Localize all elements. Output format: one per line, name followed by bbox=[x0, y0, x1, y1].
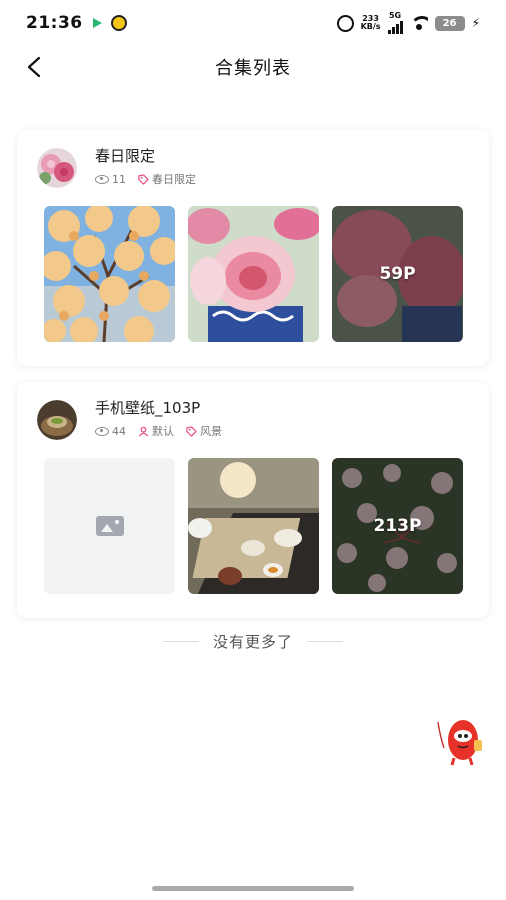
divider-line bbox=[162, 640, 199, 642]
thumbnail-placeholder[interactable] bbox=[44, 458, 175, 594]
tag-icon bbox=[138, 173, 149, 185]
collection-title: 手机壁纸_103P bbox=[95, 399, 201, 417]
eye-icon bbox=[95, 174, 109, 184]
collection-meta: 11 春日限定 bbox=[95, 171, 196, 187]
no-more-text: 没有更多了 bbox=[212, 632, 293, 651]
view-count: 11 bbox=[95, 173, 126, 186]
cell-signal: 5G bbox=[387, 11, 403, 34]
thumbnail-image[interactable]: 59P bbox=[332, 206, 463, 342]
battery-icon: 26 bbox=[434, 15, 465, 31]
system-icons: 233 KB/s 5G 26 ⚡ bbox=[336, 11, 480, 34]
tag-label: 春日限定 bbox=[152, 173, 196, 186]
collection-tag[interactable]: 风景 bbox=[186, 423, 222, 439]
collection-title: 春日限定 bbox=[95, 147, 156, 165]
collection-author[interactable]: 默认 bbox=[138, 423, 174, 439]
red-mascot-icon[interactable] bbox=[434, 712, 484, 768]
tea-set-image bbox=[188, 458, 319, 594]
end-of-list: 没有更多了 bbox=[0, 628, 506, 654]
avatar bbox=[37, 148, 77, 188]
play-notification-icon bbox=[91, 16, 105, 30]
status-time: 21:36 bbox=[26, 13, 83, 33]
wifi-icon bbox=[409, 16, 428, 30]
eye-icon bbox=[95, 426, 109, 436]
peony-vase-image bbox=[188, 206, 319, 342]
thumbnail-image[interactable] bbox=[188, 206, 319, 342]
notification-icons bbox=[91, 15, 127, 31]
tag-label: 风景 bbox=[200, 425, 222, 438]
net-speed: 233 KB/s bbox=[361, 15, 381, 31]
charging-icon: ⚡ bbox=[471, 16, 480, 30]
collection-tag[interactable]: 春日限定 bbox=[138, 171, 196, 187]
thumbnail-row: 213P bbox=[44, 458, 463, 594]
user-icon bbox=[138, 426, 149, 437]
battery-level: 26 bbox=[442, 17, 457, 29]
image-placeholder-icon bbox=[95, 516, 124, 536]
collection-header: 春日限定 11 春日限定 bbox=[37, 146, 196, 188]
author-label: 默认 bbox=[152, 425, 174, 438]
network-type: 5G bbox=[388, 11, 402, 20]
app-notification-icon bbox=[110, 15, 127, 31]
view-count-value: 44 bbox=[112, 424, 126, 438]
thumbnail-row: 59P bbox=[44, 206, 463, 342]
alarm-icon bbox=[336, 14, 354, 32]
chevron-left-icon bbox=[27, 56, 41, 78]
collection-card[interactable]: 春日限定 11 春日限定 59P bbox=[17, 130, 489, 366]
nav-bar: 合集列表 bbox=[0, 46, 506, 88]
collection-header: 手机壁纸_103P 44 默认 风景 bbox=[37, 398, 222, 440]
thumbnail-image[interactable] bbox=[188, 458, 319, 594]
home-indicator[interactable] bbox=[152, 886, 354, 891]
status-bar: 21:36 233 KB/s 5G 26 ⚡ bbox=[0, 0, 506, 46]
blossom-tree-image bbox=[44, 206, 175, 342]
photo-count: 59P bbox=[379, 264, 416, 284]
collection-meta: 44 默认 风景 bbox=[95, 423, 222, 439]
view-count: 44 bbox=[95, 425, 126, 438]
tag-icon bbox=[186, 425, 197, 437]
net-speed-unit: KB/s bbox=[360, 22, 381, 31]
thumbnail-image[interactable] bbox=[44, 206, 175, 342]
view-count-value: 11 bbox=[112, 172, 126, 186]
collection-card[interactable]: 手机壁纸_103P 44 默认 风景 213P bbox=[17, 382, 489, 618]
back-button[interactable] bbox=[20, 52, 50, 82]
page-title: 合集列表 bbox=[215, 58, 291, 79]
divider-line bbox=[307, 640, 343, 642]
avatar bbox=[37, 400, 77, 440]
signal-bars-icon bbox=[387, 20, 403, 34]
photo-count: 213P bbox=[373, 516, 422, 536]
thumbnail-image[interactable]: 213P bbox=[332, 458, 463, 594]
